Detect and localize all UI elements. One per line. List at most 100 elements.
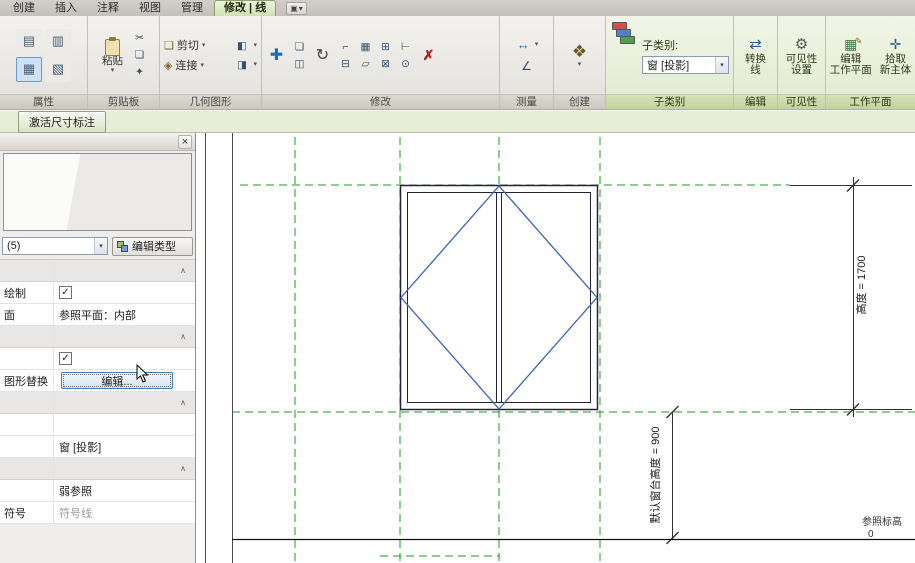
panel-label-clipboard[interactable]: 剪贴板	[88, 94, 159, 109]
offset-button[interactable]: ▱	[357, 56, 374, 71]
checkbox-checked[interactable]: ✓	[59, 286, 72, 299]
panel-modify: ✚ ❏ ◫ ↻ ⌐ ⊟ ▦ ▱ ⊞ ⊠ ⊢ ⊙ ✗ 修改	[262, 16, 500, 109]
delete-button[interactable]: ✗	[417, 47, 440, 64]
property-grid: ∧ 绘制 ✓ 面 参照平面：内部 ∧ ✓ 图形替换 编辑... ∧	[0, 259, 195, 563]
cut-to-clipboard-button[interactable]: ✂	[131, 31, 148, 46]
collapse-chevron-icon: ∧	[180, 398, 186, 407]
edit-type-button[interactable]: 编辑类型	[112, 237, 193, 256]
tab-modify-lines[interactable]: 修改 | 线	[214, 0, 276, 16]
tab-view[interactable]: 视图	[130, 1, 170, 16]
work-plane-icon: ▦✎	[844, 35, 857, 54]
connectors-button[interactable]: ▧	[45, 57, 71, 82]
chevron-down-icon: ▾	[715, 57, 728, 73]
panel-label-workplane[interactable]: 工作平面	[826, 94, 915, 109]
panel-subcategory: 子类别: 窗 [投影] ▾ 子类别	[606, 16, 734, 109]
mirror-button[interactable]: ◫	[291, 56, 308, 71]
panel-label-geometry[interactable]: 几何图形	[160, 94, 261, 109]
property-section-header[interactable]: ∧	[0, 326, 195, 348]
chevron-down-icon: ▾	[94, 238, 107, 254]
panel-label-modify[interactable]: 修改	[262, 94, 499, 109]
height-dimension-label[interactable]: 高度 = 1700	[854, 255, 868, 314]
property-section-header[interactable]: ∧	[0, 458, 195, 480]
pick-new-host-button[interactable]: ✛ 拾取 新主体	[877, 33, 915, 78]
collapse-chevron-icon: ∧	[180, 464, 186, 473]
paste-button[interactable]: 粘贴 ▾	[99, 35, 126, 76]
collapse-chevron-icon: ∧	[180, 332, 186, 341]
properties-palette: × (5) ▾ 编辑类型 ∧ 绘制 ✓ 面 参照平面：内部 ∧	[0, 133, 196, 563]
tab-manage[interactable]: 管理	[172, 1, 212, 16]
copy-to-clipboard-button[interactable]: ❏	[131, 48, 148, 63]
create-group-button[interactable]: ❖ ▾	[569, 40, 590, 70]
chevron-down-icon: ▾	[253, 61, 257, 68]
tab-annotate[interactable]: 注释	[88, 1, 128, 16]
trim-corner-button[interactable]: ⊢	[397, 39, 414, 54]
type-preview	[3, 153, 192, 231]
height-dimension	[790, 177, 912, 417]
property-row-reference: 弱参照	[0, 480, 195, 502]
property-row-subcategory: 窗 [投影]	[0, 436, 195, 458]
match-type-button[interactable]: ✦	[131, 65, 148, 80]
level-elevation-label[interactable]: 0	[868, 529, 874, 540]
void-icon: ◨	[233, 57, 250, 72]
solid-tools-button[interactable]: ◧ ▾	[231, 37, 259, 54]
extend-button[interactable]: ⊠	[377, 56, 394, 71]
join-geometry-button[interactable]: ◈ 连接 ▾	[162, 56, 227, 74]
family-types-button[interactable]: ▦	[16, 57, 42, 82]
split-button[interactable]: ⊟	[337, 56, 354, 71]
sill-dimension-label[interactable]: 默认窗台高度 = 900	[648, 427, 662, 524]
properties-palette-button[interactable]: ▤	[16, 29, 42, 54]
array-button[interactable]: ▦	[357, 39, 374, 54]
edit-overrides-button[interactable]: 编辑...	[61, 372, 173, 389]
collapse-chevron-icon: ∧	[180, 266, 186, 275]
visibility-settings-button[interactable]: ⚙ 可见性 设置	[783, 33, 821, 78]
property-section-header[interactable]: ∧	[0, 392, 195, 414]
subcategory-dropdown[interactable]: 窗 [投影] ▾	[642, 56, 729, 74]
copy-button[interactable]: ❏	[291, 39, 308, 54]
activate-dimensions-button[interactable]: 激活尺寸标注	[18, 111, 106, 133]
measure-button[interactable]: ↔ ▾	[513, 36, 541, 53]
join-geometry-icon: ◈	[164, 59, 172, 72]
panel-clipboard: 粘贴 ▾ ✂ ❏ ✦ 剪贴板	[88, 16, 160, 109]
create-group-icon: ❖	[572, 42, 587, 61]
panel-label-measure[interactable]: 测量	[500, 94, 553, 109]
family-category-button[interactable]: ▥	[45, 29, 71, 54]
trim-button[interactable]: ⊞	[377, 39, 394, 54]
convert-lines-button[interactable]: ⇄ 转换 线	[742, 33, 769, 78]
cut-geometry-button[interactable]: ❑ 剪切 ▾	[162, 36, 227, 54]
chevron-down-icon: ▾	[578, 61, 582, 68]
void-tools-button[interactable]: ◨ ▾	[231, 56, 259, 73]
drawing-area[interactable]: 高度 = 1700 默认窗台高度 = 900 参照标高 0	[196, 133, 915, 563]
panel-label-subcategory[interactable]: 子类别	[606, 94, 733, 109]
panel-label-properties[interactable]: 属性	[0, 94, 87, 109]
tab-create[interactable]: 创建	[4, 1, 44, 16]
tab-insert[interactable]: 插入	[46, 1, 86, 16]
property-row-work-plane: 面 参照平面：内部	[0, 304, 195, 326]
gear-icon: ⚙	[795, 35, 808, 54]
panel-label-create[interactable]: 创建	[554, 94, 605, 109]
edit-work-plane-button[interactable]: ▦✎ 编辑 工作平面	[827, 33, 875, 78]
level-name-label[interactable]: 参照标高	[862, 515, 902, 528]
pick-icon: ✛	[890, 35, 902, 54]
move-button[interactable]: ✚	[265, 45, 288, 65]
rotate-button[interactable]: ↻	[311, 45, 334, 65]
measure-icon: ↔	[515, 37, 532, 52]
panel-label-edit[interactable]: 编辑	[734, 94, 777, 109]
angle-icon: ∠	[518, 58, 535, 73]
ribbon-state-button[interactable]: ▣ ▾	[286, 2, 307, 15]
cut-geometry-icon: ❑	[164, 39, 174, 52]
align-button[interactable]: ⌐	[337, 39, 354, 54]
connectors-icon: ▧	[52, 61, 64, 77]
property-section-header[interactable]: ∧	[0, 260, 195, 282]
palette-header: ×	[0, 133, 195, 151]
subcategory-field-label: 子类别:	[642, 37, 729, 53]
window-frame-outer[interactable]	[401, 186, 598, 410]
pin-button[interactable]: ⊙	[397, 56, 414, 71]
panel-label-visibility[interactable]: 可见性	[778, 94, 825, 109]
angular-dimension-button[interactable]: ∠	[516, 57, 537, 74]
panel-measure: ↔ ▾ ∠ 测量	[500, 16, 554, 109]
ribbon-state-icon: ▣	[290, 4, 298, 13]
type-selector-dropdown[interactable]: (5) ▾	[2, 237, 108, 255]
close-icon[interactable]: ×	[178, 135, 192, 149]
family-types-icon: ▦	[23, 61, 35, 77]
checkbox-checked[interactable]: ✓	[59, 352, 72, 365]
